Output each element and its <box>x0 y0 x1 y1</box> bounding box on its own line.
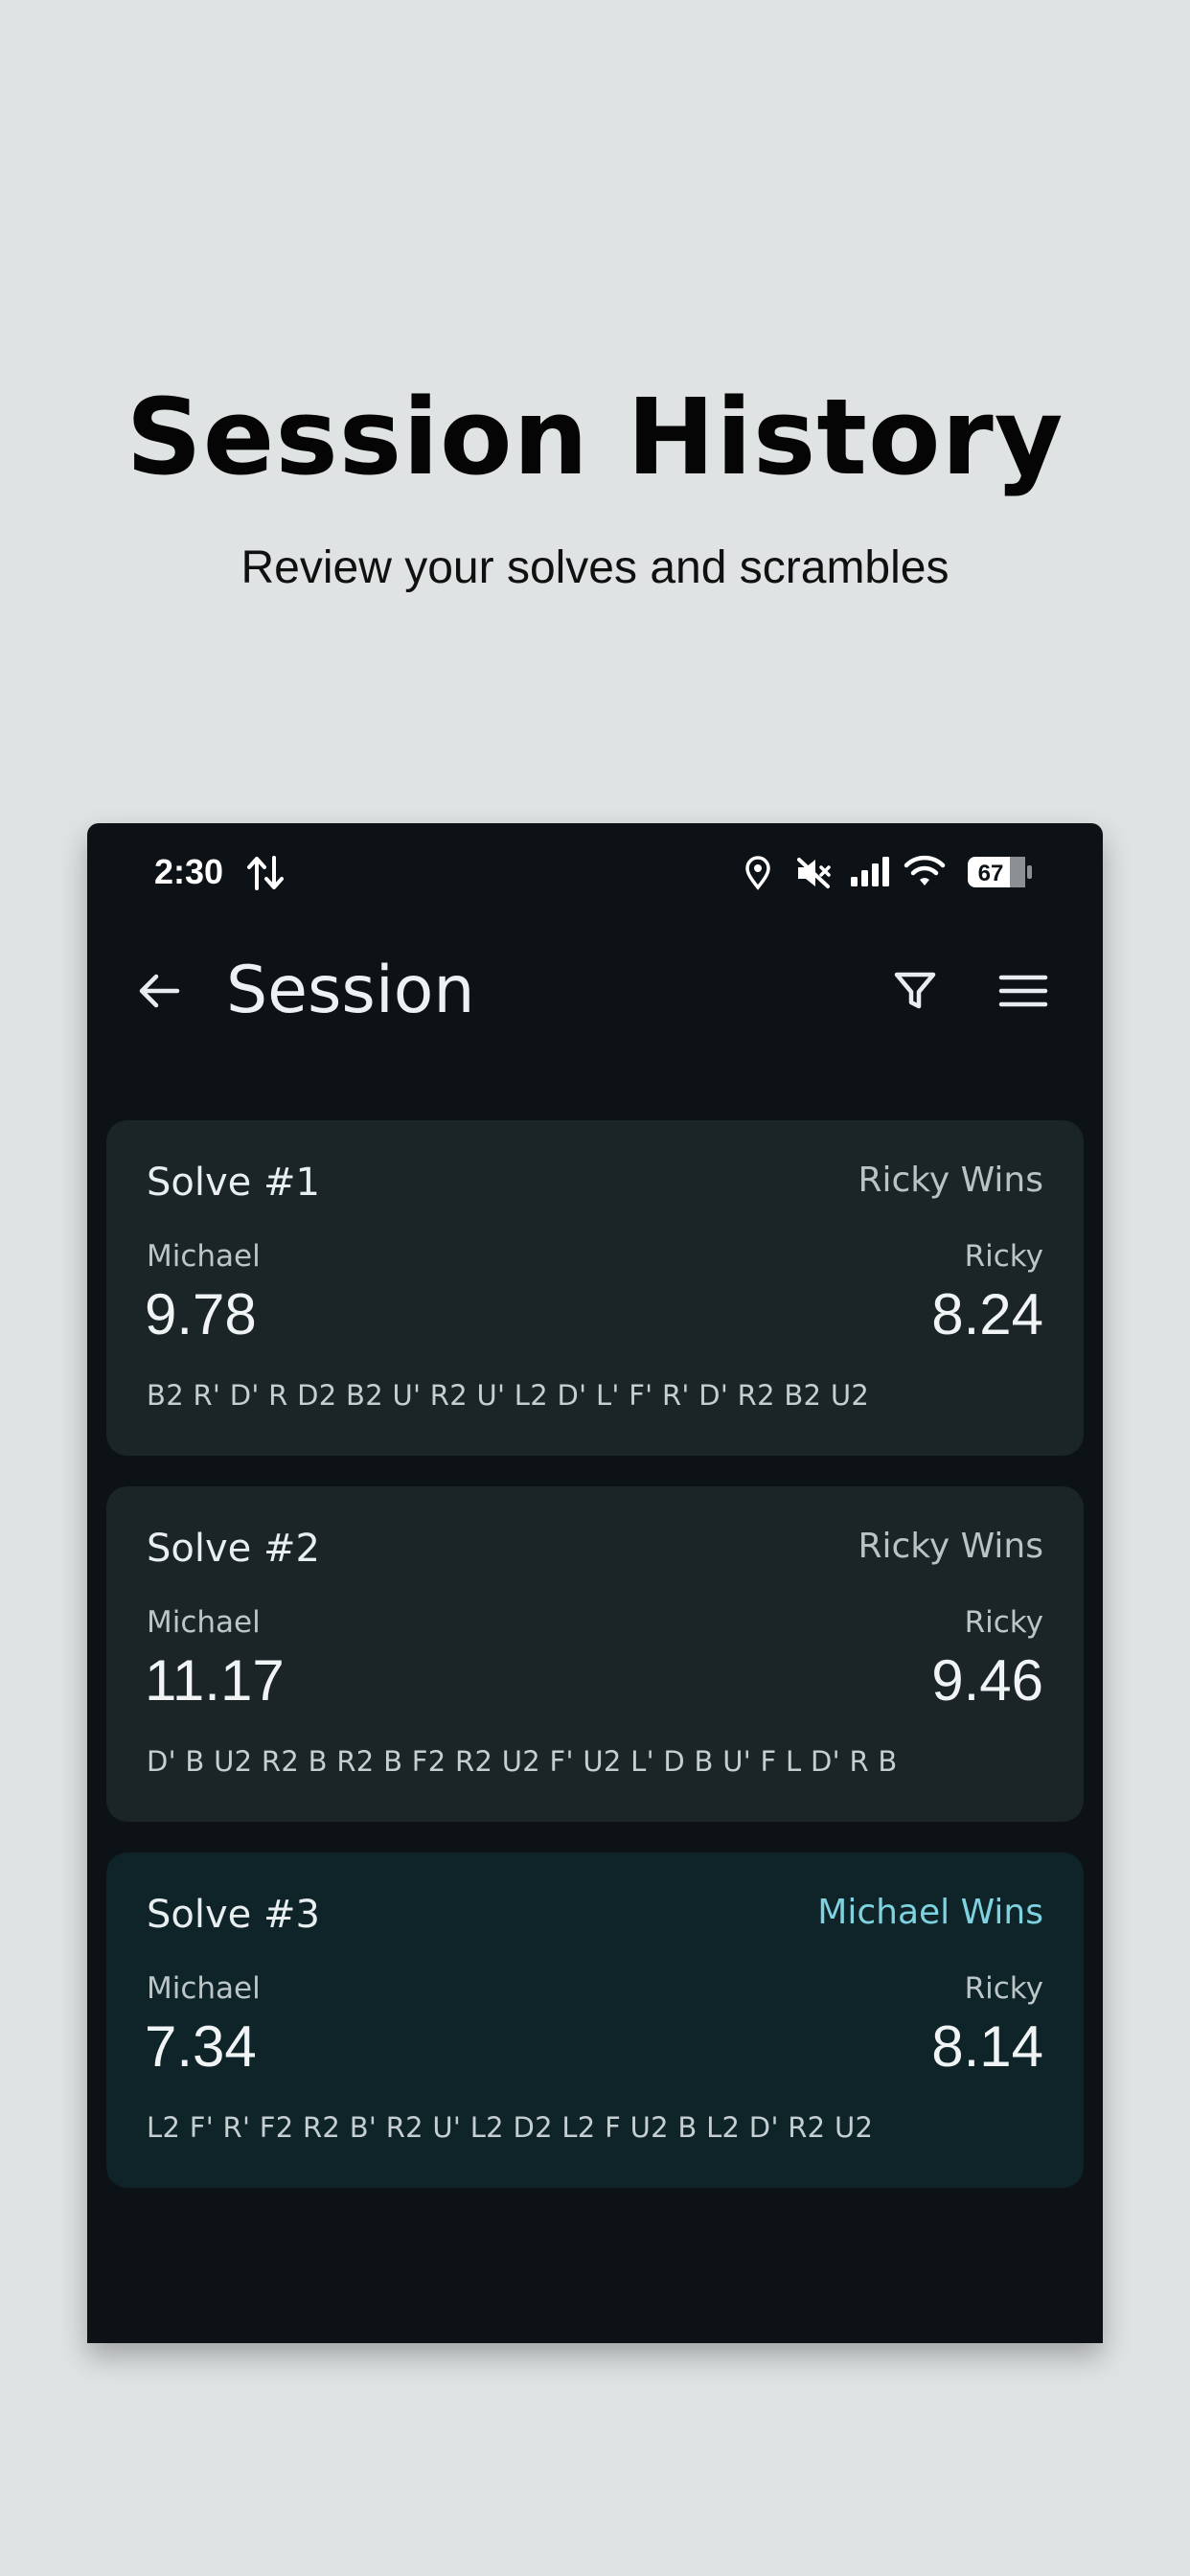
filter-icon <box>894 972 936 1009</box>
data-transfer-icon <box>245 854 287 897</box>
hero-title: Session History <box>126 376 1064 498</box>
player1-name: Michael <box>147 1971 261 2006</box>
player2-name: Ricky <box>964 1605 1043 1640</box>
player1-name: Michael <box>147 1605 261 1640</box>
back-arrow-icon <box>139 974 180 1008</box>
scramble-text: B2 R' D' R D2 B2 U' R2 U' L2 D' L' F' R'… <box>147 1379 870 1412</box>
menu-icon <box>998 975 1048 1007</box>
battery-icon: 67 <box>966 854 1035 895</box>
player2-time: 8.14 <box>931 2014 1043 2079</box>
solve-title: Solve #3 <box>147 1893 320 1937</box>
app-bar-title: Session <box>226 953 475 1028</box>
solve-result: Ricky Wins <box>858 1527 1044 1566</box>
solve-title: Solve #2 <box>147 1527 320 1571</box>
player2-time: 9.46 <box>931 1648 1043 1713</box>
app-bar: Session <box>87 924 1103 1048</box>
player2-time: 8.24 <box>931 1282 1043 1346</box>
battery-level: 67 <box>978 861 1004 886</box>
solve-result: Ricky Wins <box>858 1161 1044 1200</box>
hero-subtitle: Review your solves and scrambles <box>240 542 950 593</box>
solve-card[interactable]: Solve #2 Ricky Wins Michael Ricky 11.17 … <box>106 1486 1084 1822</box>
player1-name: Michael <box>147 1239 261 1274</box>
player1-time: 9.78 <box>145 1282 257 1346</box>
filter-button[interactable] <box>886 962 944 1020</box>
solve-card[interactable]: Solve #3 Michael Wins Michael Ricky 7.34… <box>106 1852 1084 2188</box>
solve-result: Michael Wins <box>817 1893 1043 1932</box>
scramble-text: L2 F' R' F2 R2 B' R2 U' L2 D2 L2 F U2 B … <box>147 2111 874 2144</box>
wifi-icon <box>904 854 946 893</box>
menu-button[interactable] <box>995 962 1052 1020</box>
location-icon <box>744 856 772 895</box>
player1-time: 7.34 <box>145 2014 257 2079</box>
solve-card[interactable]: Solve #1 Ricky Wins Michael Ricky 9.78 8… <box>106 1120 1084 1456</box>
phone-screen: 2:30 67 Session Solve #1 Ricky Wins Mich… <box>87 823 1103 2343</box>
solve-title: Solve #1 <box>147 1161 320 1205</box>
status-time: 2:30 <box>154 852 224 891</box>
status-bar: 2:30 67 <box>87 823 1103 924</box>
player2-name: Ricky <box>964 1239 1043 1274</box>
player1-time: 11.17 <box>145 1648 285 1713</box>
player2-name: Ricky <box>964 1971 1043 2006</box>
mute-icon <box>794 856 833 895</box>
back-button[interactable] <box>130 962 188 1020</box>
signal-icon <box>849 856 893 893</box>
scramble-text: D' B U2 R2 B R2 B F2 R2 U2 F' U2 L' D B … <box>147 1745 898 1778</box>
